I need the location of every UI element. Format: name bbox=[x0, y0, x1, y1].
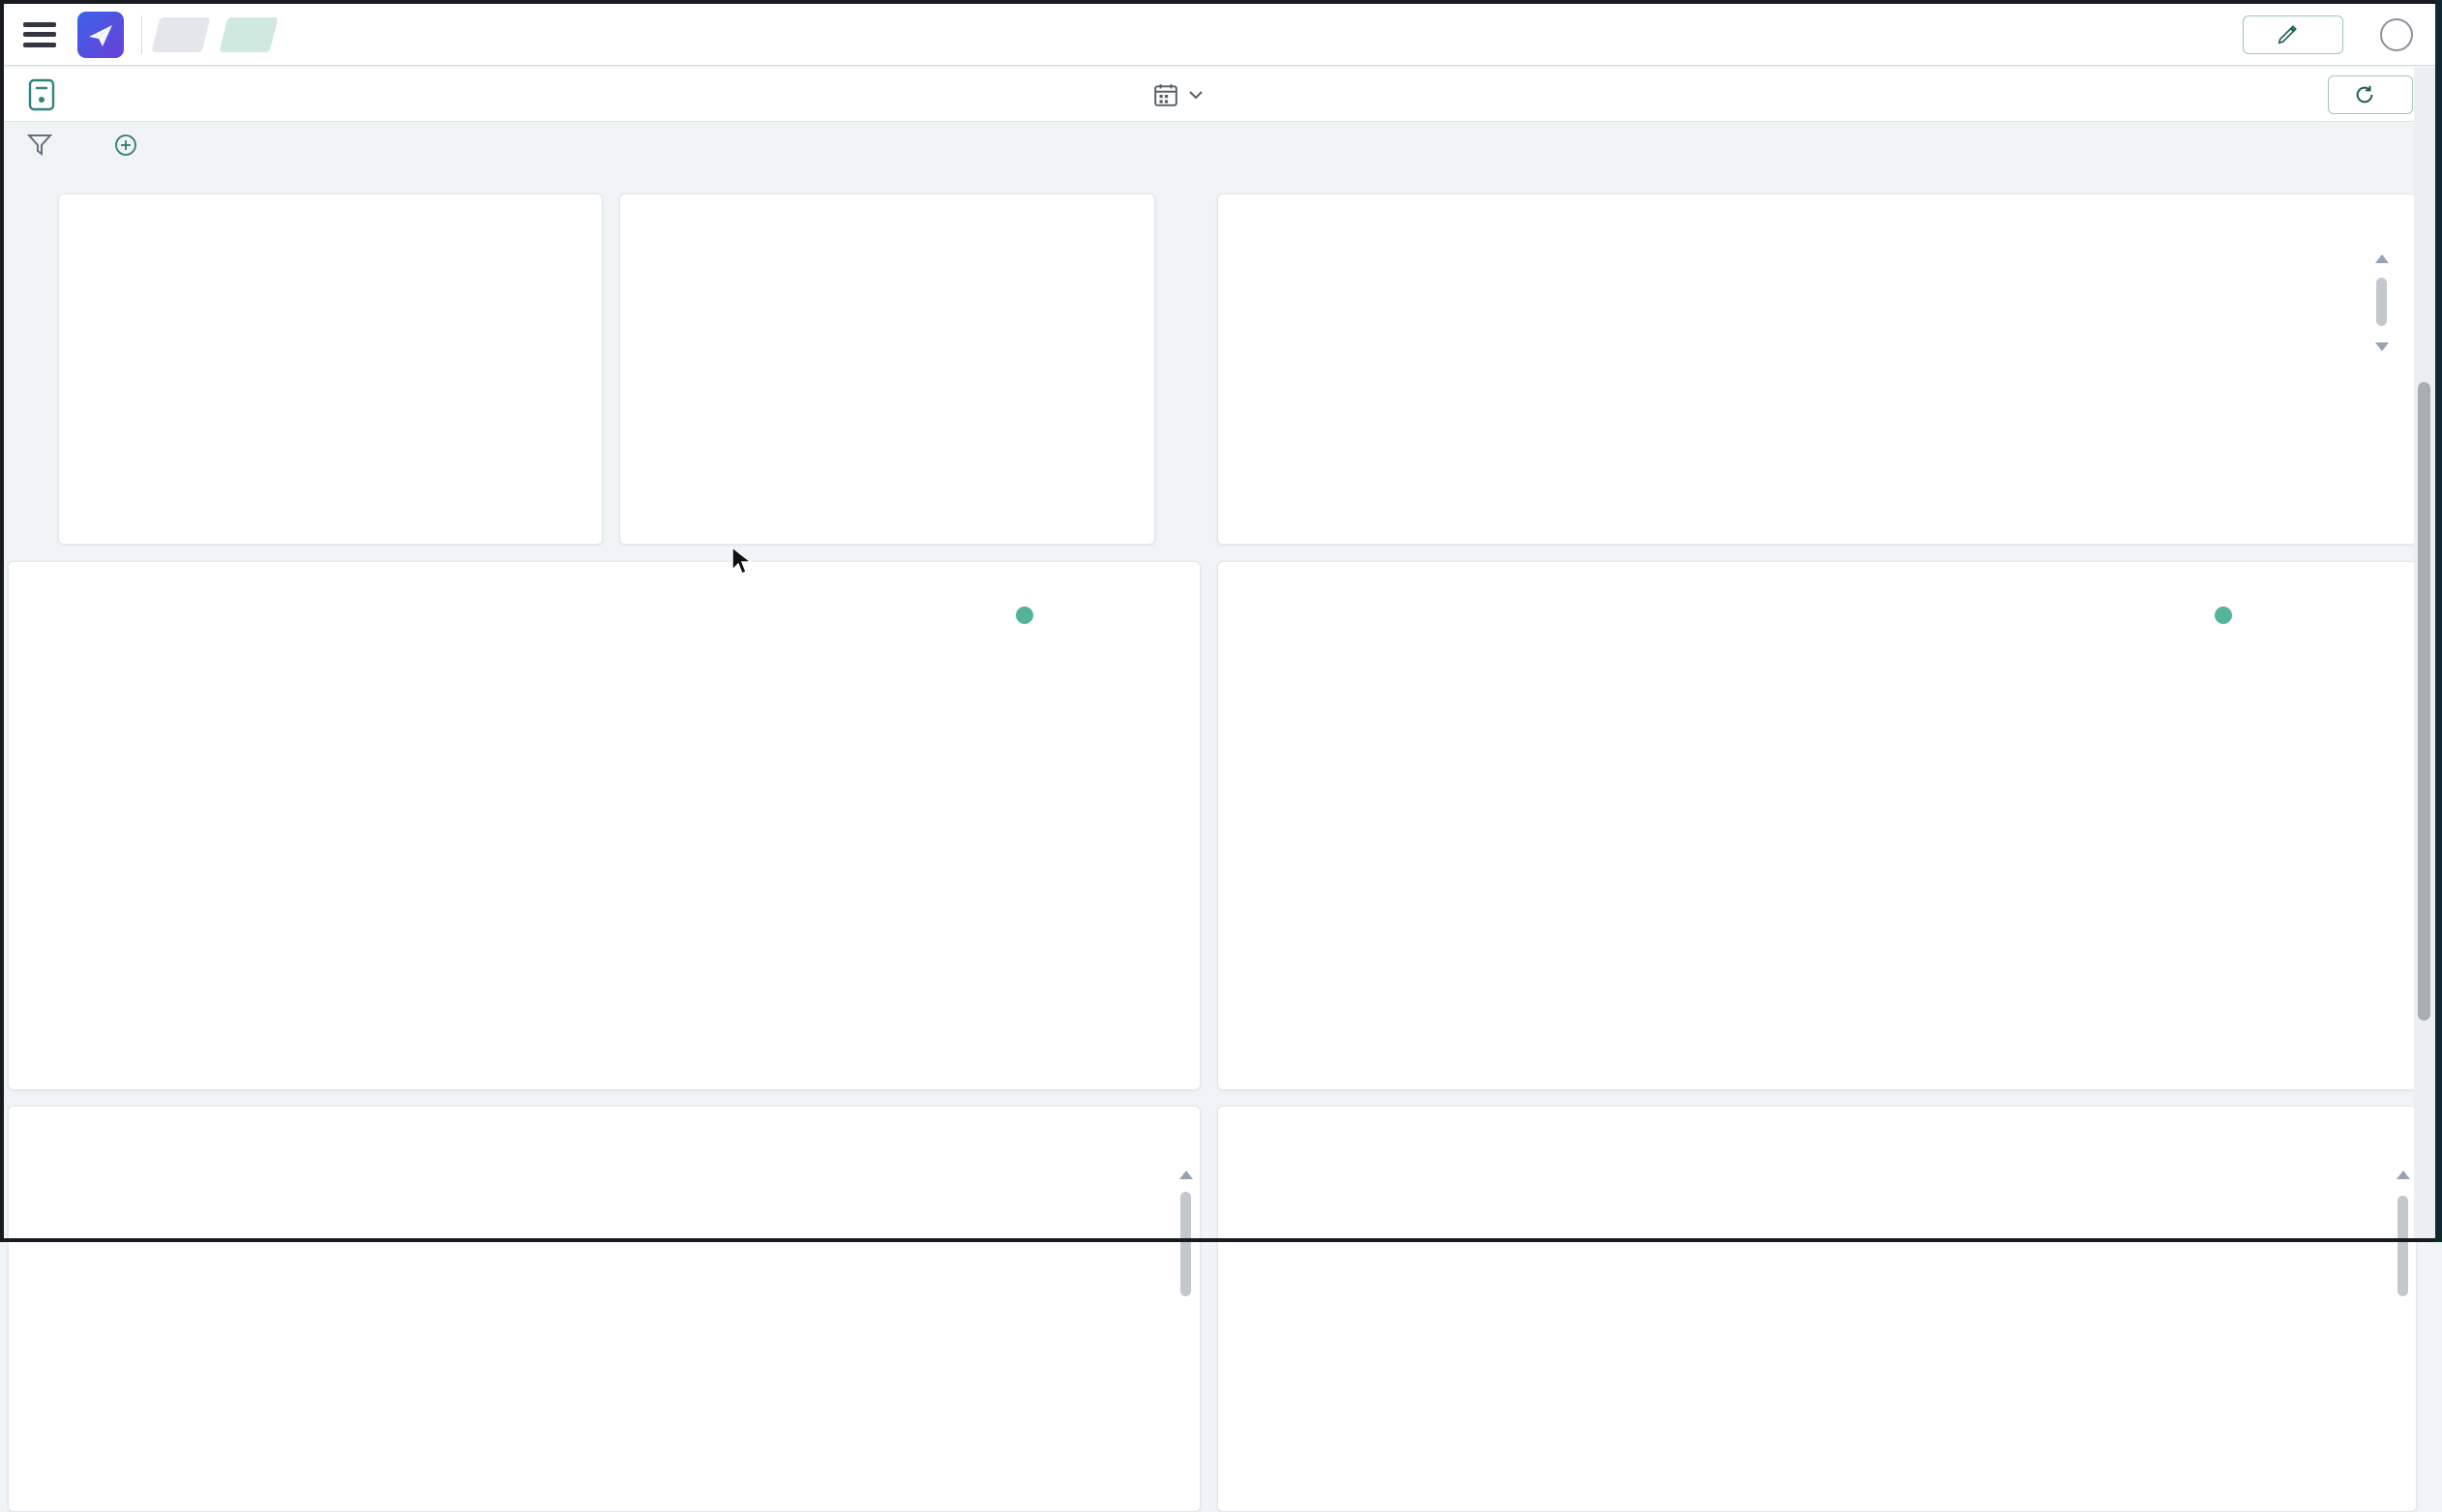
edit-button[interactable] bbox=[2243, 15, 2343, 54]
help-icon[interactable] bbox=[2380, 18, 2413, 51]
add-filter-button[interactable] bbox=[114, 133, 149, 157]
divider bbox=[141, 15, 142, 54]
scroll-up-icon[interactable] bbox=[1179, 1171, 1193, 1179]
scroll-thumb[interactable] bbox=[2397, 1196, 2408, 1296]
window-frame bbox=[0, 0, 4, 1242]
calendar-icon bbox=[1153, 82, 1178, 107]
panel-slowest-urls bbox=[8, 1106, 1201, 1512]
panel-job-status bbox=[1217, 561, 2417, 1090]
legend-dot-icon bbox=[1016, 607, 1033, 624]
refresh-button[interactable] bbox=[2328, 75, 2413, 114]
paper-plane-icon bbox=[86, 20, 115, 49]
chevron-down-icon bbox=[1188, 90, 1204, 100]
chart-legend[interactable] bbox=[2215, 607, 2242, 624]
menu-icon[interactable] bbox=[23, 22, 56, 47]
plus-circle-icon bbox=[114, 133, 137, 157]
filter-funnel-icon[interactable] bbox=[27, 133, 52, 157]
breadcrumb-current bbox=[223, 17, 274, 52]
scroll-thumb[interactable] bbox=[1180, 1192, 1191, 1296]
panel-redis-buckets bbox=[619, 193, 1155, 545]
panel-distinct-visitors bbox=[58, 193, 603, 545]
panel-scrollbar[interactable] bbox=[1179, 1171, 1193, 1296]
pencil-icon bbox=[2277, 24, 2298, 45]
panel-scrollbar[interactable] bbox=[2375, 254, 2389, 351]
header-actions bbox=[2072, 15, 2442, 54]
chart-legend[interactable] bbox=[1016, 607, 1043, 624]
app-logo-icon[interactable] bbox=[77, 12, 124, 58]
panel-scrollbar[interactable] bbox=[2397, 1171, 2410, 1296]
window-frame bbox=[2435, 0, 2442, 1242]
refresh-icon bbox=[2354, 84, 2375, 105]
gauge-chart bbox=[620, 223, 1155, 514]
window-frame bbox=[0, 1238, 2442, 1242]
scroll-down-icon[interactable] bbox=[2375, 342, 2389, 351]
panel-response-codes bbox=[1217, 193, 2417, 545]
scroll-thumb[interactable] bbox=[2376, 278, 2387, 326]
scroll-up-icon[interactable] bbox=[2375, 254, 2389, 263]
page-scroll-thumb[interactable] bbox=[2418, 382, 2430, 1021]
window-frame bbox=[0, 0, 2442, 4]
breadcrumb-dashboards[interactable] bbox=[156, 17, 206, 52]
query-bar bbox=[0, 68, 2442, 122]
saved-query-icon[interactable] bbox=[27, 78, 56, 111]
page-scrollbar[interactable] bbox=[2414, 68, 2435, 1242]
filter-bar bbox=[0, 123, 2442, 167]
panel-events-by-severity bbox=[8, 561, 1201, 1090]
events-severity-chart bbox=[9, 562, 1200, 1089]
app-header bbox=[0, 4, 2442, 66]
legend-dot-icon bbox=[2215, 607, 2232, 624]
date-picker[interactable] bbox=[1153, 82, 1227, 107]
mouse-cursor bbox=[730, 547, 756, 576]
job-status-chart bbox=[1218, 562, 2416, 1089]
panel-top-requested-urls bbox=[1217, 1106, 2417, 1512]
scroll-up-icon[interactable] bbox=[2397, 1171, 2410, 1179]
